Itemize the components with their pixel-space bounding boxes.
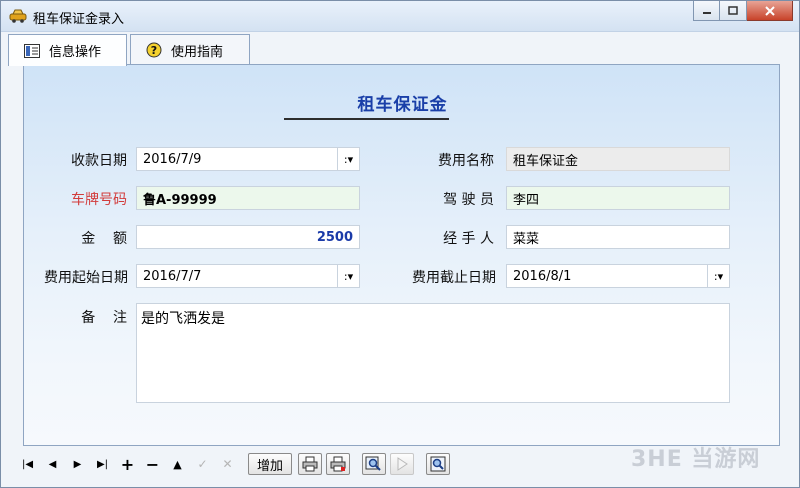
end-date-field[interactable]: 2016/8/1 :▾: [506, 264, 730, 288]
next-record-button[interactable]: ▶: [65, 452, 90, 476]
minimize-button[interactable]: [693, 1, 720, 21]
printer-red-icon: [330, 456, 346, 472]
receipt-date-value: 2016/7/9: [143, 151, 202, 167]
minus-icon: −: [145, 454, 160, 474]
note-textarea[interactable]: 是的飞洒发是: [136, 303, 730, 403]
dropdown-arrow-icon[interactable]: :▾: [337, 265, 359, 287]
next-icon: ▶: [73, 458, 82, 470]
print-button[interactable]: [298, 453, 323, 475]
query-button[interactable]: [426, 453, 451, 475]
watermark: 3HE 当游网: [631, 447, 761, 472]
driver-label: 驾 驶 员: [443, 192, 494, 208]
list-icon: [23, 43, 41, 59]
plate-number-value: 鲁A-99999: [143, 192, 217, 208]
receipt-date-label: 收款日期: [71, 153, 127, 169]
magnifier-icon: [430, 456, 446, 472]
play-icon: [397, 457, 408, 471]
help-icon: ?: [145, 42, 163, 58]
first-icon: |◀: [21, 458, 34, 470]
tab-label: 信息操作: [49, 45, 102, 60]
maximize-button[interactable]: [720, 1, 747, 21]
last-record-button[interactable]: ▶|: [90, 452, 115, 476]
add-button-label: 增加: [257, 458, 284, 474]
start-date-label: 费用起始日期: [44, 270, 128, 286]
plate-number-label: 车牌号码: [71, 192, 127, 208]
maximize-icon: [728, 6, 738, 15]
plate-number-field[interactable]: 鲁A-99999: [136, 186, 360, 210]
start-date-field[interactable]: 2016/7/7 :▾: [136, 264, 360, 288]
post-record-button[interactable]: ✓: [190, 452, 215, 476]
last-icon: ▶|: [96, 458, 109, 470]
end-date-label: 费用截止日期: [412, 270, 496, 286]
search-icon: [365, 456, 381, 471]
search-button[interactable]: [362, 453, 387, 475]
prev-icon: ◀: [48, 458, 57, 470]
svg-text:?: ?: [151, 44, 157, 57]
handler-value: 菜菜: [513, 231, 540, 247]
edit-record-button[interactable]: ▲: [165, 452, 190, 476]
handler-label: 经 手 人: [443, 231, 494, 247]
amount-value: 2500: [316, 229, 353, 245]
up-triangle-icon: ▲: [173, 457, 182, 471]
driver-field[interactable]: 李四: [506, 186, 730, 210]
window-controls: [693, 1, 793, 22]
add-button[interactable]: 增加: [248, 453, 293, 475]
dropdown-arrow-icon[interactable]: :▾: [337, 148, 359, 170]
tab-info-operation[interactable]: 信息操作: [8, 34, 127, 66]
start-date-value: 2016/7/7: [143, 268, 202, 284]
note-value: 是的飞洒发是: [141, 311, 225, 327]
delete-record-button[interactable]: −: [140, 452, 165, 476]
minimize-icon: [702, 11, 711, 14]
driver-value: 李四: [513, 192, 540, 208]
amount-field[interactable]: 2500: [136, 225, 360, 249]
handler-field[interactable]: 菜菜: [506, 225, 730, 249]
title-underline: [284, 118, 449, 120]
amount-label: 金 额: [81, 231, 127, 247]
insert-record-button[interactable]: +: [115, 452, 140, 476]
printer-icon: [302, 456, 318, 472]
tab-user-guide[interactable]: ? 使用指南: [130, 34, 250, 65]
cross-icon: ✕: [222, 457, 233, 471]
cancel-edit-button[interactable]: ✕: [215, 452, 240, 476]
first-record-button[interactable]: |◀: [15, 452, 40, 476]
receipt-date-field[interactable]: 2016/7/9 :▾: [136, 147, 360, 171]
run-button[interactable]: [390, 453, 415, 475]
fee-name-label: 费用名称: [438, 153, 494, 169]
window-title: 租车保证金录入: [33, 12, 125, 27]
plus-icon: +: [120, 454, 135, 474]
tab-label: 使用指南: [171, 44, 224, 60]
form-panel: 租车保证金 收款日期 2016/7/9 :▾ 费用名称 租车保证金 车牌号码 鲁…: [23, 64, 780, 446]
close-icon: [764, 5, 775, 16]
fee-name-field[interactable]: 租车保证金: [506, 147, 730, 171]
prev-record-button[interactable]: ◀: [40, 452, 65, 476]
note-label: 备 注: [81, 310, 127, 326]
title-bar: 租车保证金录入: [1, 1, 799, 32]
dropdown-arrow-icon[interactable]: :▾: [707, 265, 729, 287]
tab-strip: 信息操作 ? 使用指南: [8, 34, 794, 66]
check-icon: ✓: [197, 457, 208, 471]
form-title: 租车保证金: [357, 95, 448, 115]
car-icon: [9, 9, 27, 23]
end-date-value: 2016/8/1: [513, 268, 572, 284]
print-preview-button[interactable]: [326, 453, 351, 475]
fee-name-value: 租车保证金: [513, 153, 579, 169]
close-button[interactable]: [747, 1, 793, 21]
app-window: 租车保证金录入 信息操作 ? 使用指南 租车保证金 收款日期 2016/7/9 …: [0, 0, 800, 488]
